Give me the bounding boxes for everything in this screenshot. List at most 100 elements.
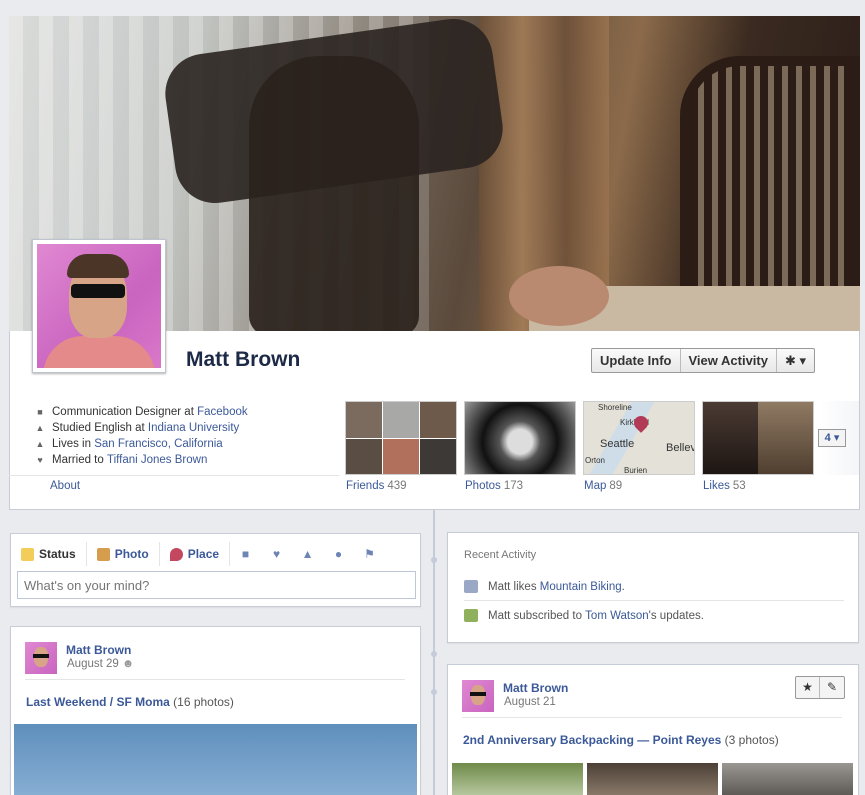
photo-count: (16 photos): [173, 695, 234, 709]
friends-audience-icon: ☻: [122, 658, 135, 670]
heart-icon: ♥: [37, 455, 43, 465]
life-event-health-icon[interactable]: ●: [323, 547, 354, 561]
album-link[interactable]: Last Weekend / SF Moma: [26, 695, 170, 709]
photos-count: 173: [503, 480, 523, 492]
story-controls: ★ ✎: [795, 676, 845, 699]
info-relationship-link[interactable]: Tiffani Jones Brown: [107, 454, 207, 466]
friend-thumb: [383, 402, 419, 438]
profile-action-bar: Update Info View Activity ✱ ▾: [591, 348, 816, 373]
recent-activity-card: Recent Activity Matt likes Mountain Biki…: [447, 532, 859, 643]
timeline-dot: [431, 557, 437, 563]
info-education-link[interactable]: Indiana University: [148, 422, 239, 434]
tab-place[interactable]: Place: [160, 542, 231, 566]
map-place-label: Shoreline: [598, 403, 632, 412]
graduation-cap-icon: ▲: [35, 423, 45, 433]
timeline-dot: [431, 689, 437, 695]
tom-watson-link[interactable]: Tom Watson: [585, 610, 648, 622]
avatar[interactable]: [25, 642, 57, 674]
info-work-link[interactable]: Facebook: [197, 406, 248, 418]
life-event-flag-icon[interactable]: ⚑: [354, 547, 385, 561]
briefcase-icon: ■: [37, 407, 43, 417]
profile-picture-hair: [67, 254, 129, 278]
photo-icon: [96, 547, 110, 561]
avatar[interactable]: [462, 680, 494, 712]
map-place-label: Seattle: [600, 438, 635, 450]
profile-name: Matt Brown: [186, 348, 301, 371]
map-place-label: Bellevue: [666, 442, 695, 454]
profile-picture-image: [37, 244, 161, 368]
place-pin-icon: [169, 547, 183, 561]
photos-tile-label[interactable]: Photos 173: [465, 480, 523, 492]
thumbs-up-icon: [464, 580, 478, 593]
story-date[interactable]: August 21: [504, 696, 556, 708]
story-author-link[interactable]: Matt Brown: [503, 681, 568, 695]
recent-activity-suffix: .: [621, 580, 625, 593]
about-link[interactable]: About: [50, 480, 80, 492]
status-composer: Status Photo Place ■ ♥ ▲ ● ⚑: [10, 533, 421, 607]
likes-tile[interactable]: [702, 401, 814, 475]
friend-thumb: [346, 402, 382, 438]
map-tile-label[interactable]: Map 89: [584, 480, 622, 492]
timeline-story: Matt Brown August 29 ☻ Last Weekend / SF…: [10, 626, 421, 795]
story-divider: [25, 679, 405, 680]
info-location: ▲ Lives in San Francisco, California: [34, 436, 344, 452]
profile-picture[interactable]: [32, 239, 166, 373]
info-location-link[interactable]: San Francisco, California: [94, 438, 222, 450]
album-photo[interactable]: [14, 724, 417, 795]
life-event-heart-icon[interactable]: ♥: [261, 547, 292, 561]
map-tile[interactable]: Shoreline Kirkland Seattle Bellevue Buri…: [583, 401, 695, 475]
story-date[interactable]: August 29 ☻: [67, 658, 134, 670]
map-count: 89: [609, 480, 623, 492]
story-title: Last Weekend / SF Moma (16 photos): [26, 695, 234, 709]
life-event-home-icon[interactable]: ▲: [292, 547, 323, 561]
recent-activity-item: Matt subscribed to Tom Watson's updates.: [464, 609, 704, 622]
album-photo[interactable]: [722, 763, 853, 795]
tab-place-label: Place: [187, 547, 220, 561]
friends-tile-label[interactable]: Friends 439: [346, 480, 407, 492]
recent-activity-text: Matt likes: [488, 580, 537, 593]
tab-status[interactable]: Status: [11, 542, 87, 566]
album-link[interactable]: 2nd Anniversary Backpacking — Point Reye…: [463, 733, 721, 747]
timeline-story: Matt Brown August 21 ★ ✎ 2nd Anniversary…: [447, 664, 859, 795]
friend-thumb: [420, 402, 456, 438]
view-activity-button[interactable]: View Activity: [681, 349, 777, 372]
album-photo[interactable]: [587, 763, 718, 795]
friends-label: Friends: [346, 480, 385, 492]
gear-menu-button[interactable]: ✱ ▾: [777, 349, 814, 372]
status-icon: [21, 547, 34, 561]
friends-tile[interactable]: [345, 401, 457, 475]
mountain-biking-link[interactable]: Mountain Biking: [540, 581, 622, 593]
status-input[interactable]: [17, 571, 416, 599]
photos-label: Photos: [465, 480, 501, 492]
profile-picture-sunglasses: [71, 284, 125, 298]
friend-thumb: [383, 438, 419, 474]
info-divider: [9, 475, 339, 476]
friend-thumb: [420, 438, 456, 474]
more-tiles-button[interactable]: 4 ▾: [818, 429, 846, 447]
like-thumb: [703, 402, 758, 474]
info-relationship-text: Married to: [52, 454, 104, 466]
likes-tile-label[interactable]: Likes 53: [703, 480, 746, 492]
cover-adult-silhouette: [249, 56, 419, 331]
like-thumb: [758, 402, 813, 474]
tab-status-label: Status: [39, 547, 76, 561]
recent-activity-suffix: 's updates.: [648, 609, 704, 622]
pencil-icon[interactable]: ✎: [820, 677, 844, 698]
recent-activity-text: Matt subscribed to: [488, 609, 582, 622]
tab-photo[interactable]: Photo: [87, 542, 160, 566]
info-location-text: Lives in: [52, 438, 91, 450]
update-info-button[interactable]: Update Info: [592, 349, 681, 372]
likes-count: 53: [732, 480, 746, 492]
story-author-link[interactable]: Matt Brown: [66, 643, 131, 657]
star-icon[interactable]: ★: [796, 677, 820, 698]
avatar-sunglasses: [470, 692, 486, 696]
photos-tile[interactable]: [464, 401, 576, 475]
house-icon: ▲: [35, 439, 45, 449]
friends-count: 439: [387, 480, 407, 492]
info-work: ■ Communication Designer at Facebook: [34, 404, 344, 420]
cover-face: [509, 266, 609, 326]
life-event-work-icon[interactable]: ■: [230, 547, 261, 561]
story-title: 2nd Anniversary Backpacking — Point Reye…: [463, 733, 779, 747]
likes-label: Likes: [703, 480, 730, 492]
album-photo[interactable]: [452, 763, 583, 795]
